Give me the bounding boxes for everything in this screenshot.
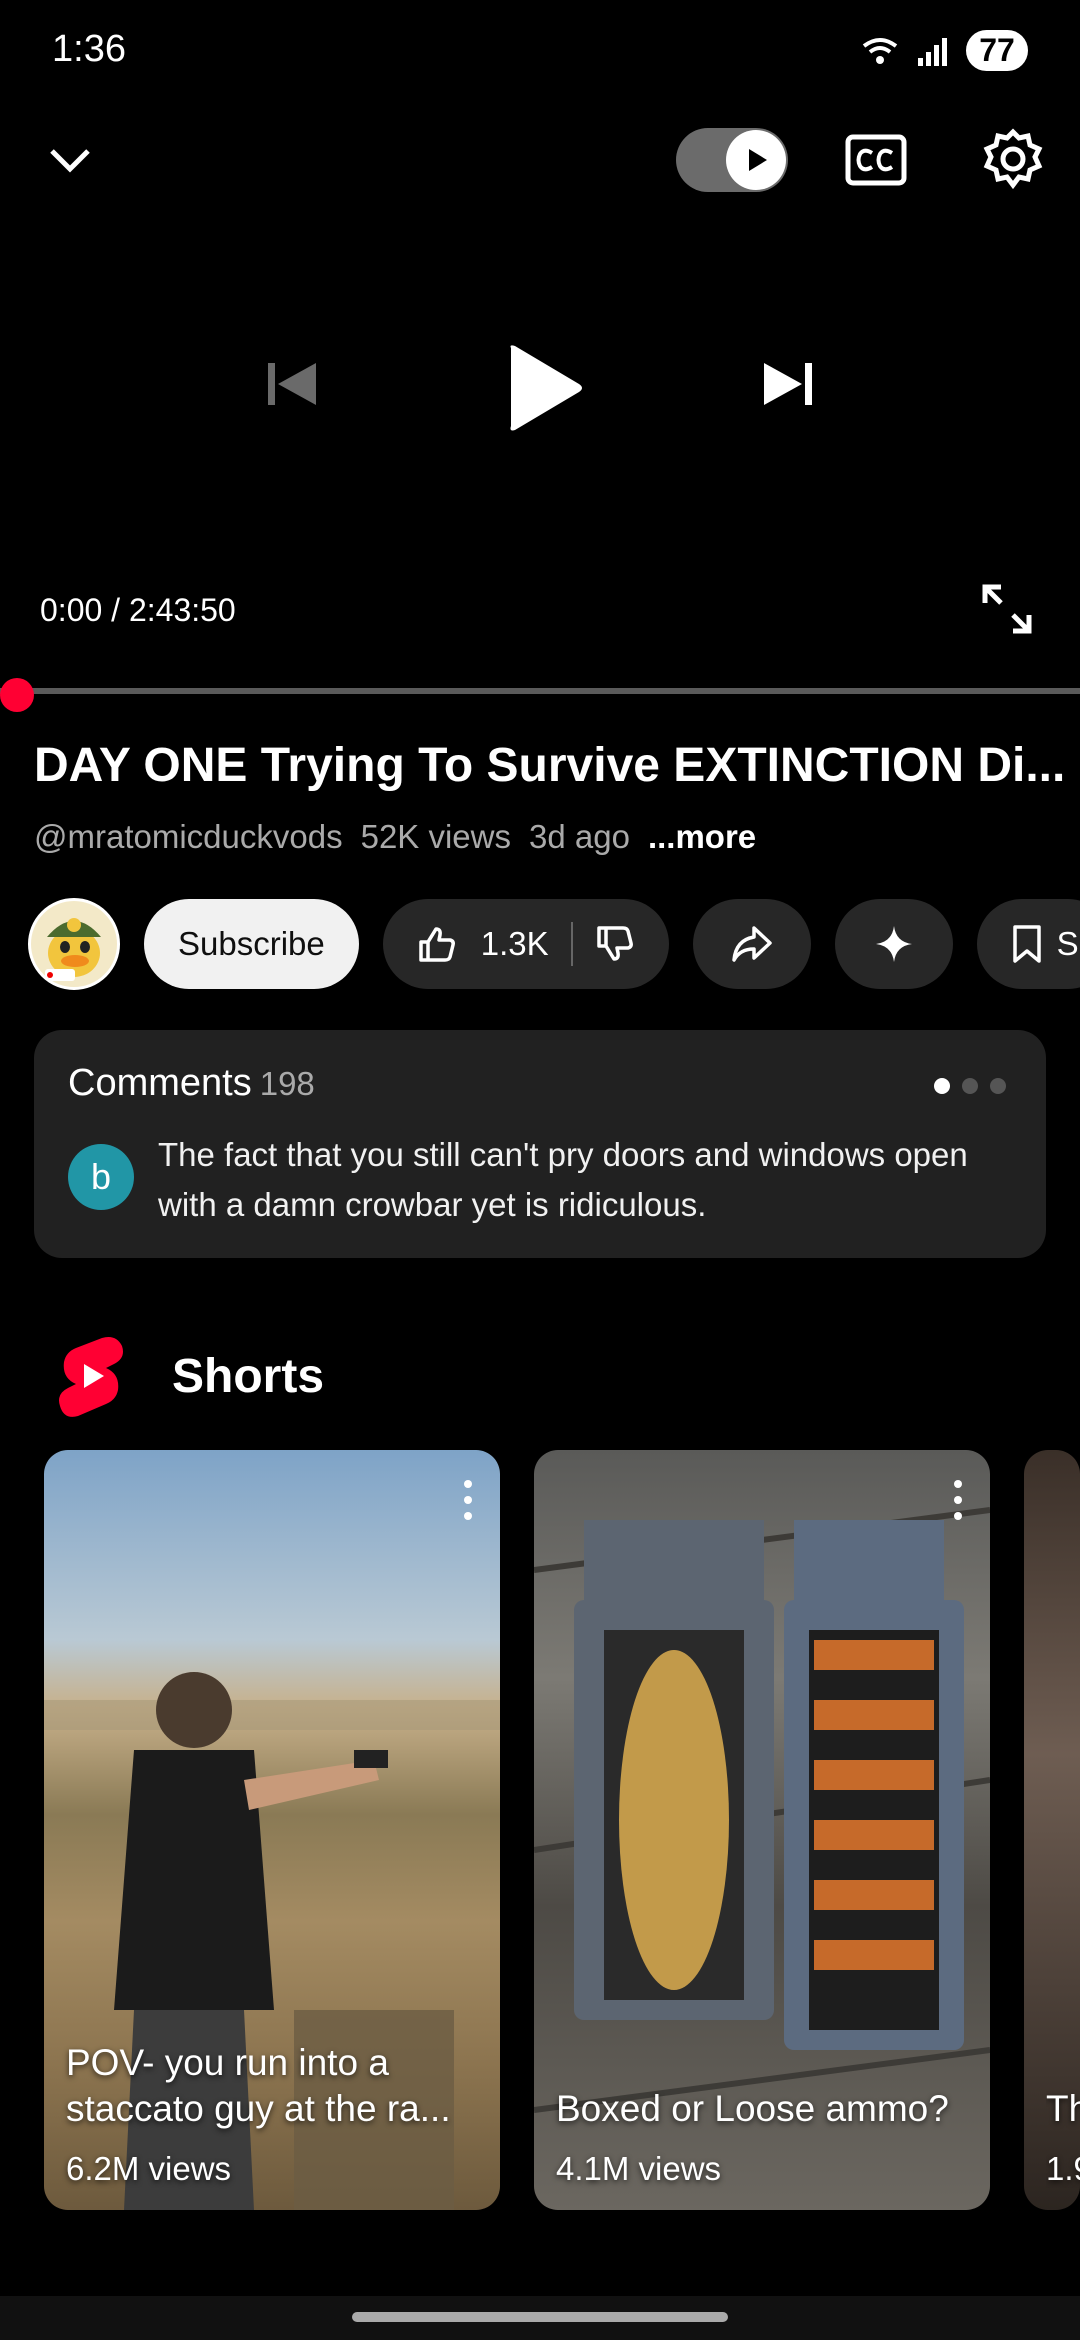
carousel-dot <box>962 1078 978 1094</box>
short-views: 4.1M views <box>556 2150 722 2187</box>
settings-button[interactable] <box>980 126 1046 192</box>
fullscreen-icon <box>982 584 1032 634</box>
gear-icon <box>983 128 1043 190</box>
short-card[interactable]: Boxed or Loose ammo? 4.1M views <box>534 1450 990 2210</box>
comments-label: Comments <box>68 1062 252 1104</box>
dislike-button[interactable] <box>595 924 635 964</box>
video-title[interactable]: DAY ONE Trying To Survive EXTINCTION Di.… <box>34 738 1074 793</box>
bookmark-icon <box>1012 925 1041 963</box>
short-card[interactable]: Th ch 1.9 <box>1024 1450 1080 2210</box>
ask-button[interactable] <box>834 899 953 989</box>
comment-text: The fact that you still can't pry doors … <box>158 1136 968 1223</box>
short-title: Boxed or Loose ammo? <box>556 2088 949 2129</box>
video-player[interactable]: 0:00 / 2:43:50 <box>0 100 1080 712</box>
captions-button[interactable] <box>842 128 910 192</box>
carousel-dot <box>990 1078 1006 1094</box>
like-count: 1.3K <box>480 925 549 962</box>
short-menu-button[interactable] <box>950 1480 966 1520</box>
thumbs-up-icon <box>419 927 455 962</box>
fullscreen-button[interactable] <box>976 578 1038 640</box>
time-display: 0:00 / 2:43:50 <box>40 592 236 628</box>
short-title: POV- you run into a staccato guy at the … <box>66 2042 451 2129</box>
comments-panel[interactable]: Comments 198 b The fact that you still ca… <box>34 1030 1046 1258</box>
short-views: 1.9 <box>1046 2150 1080 2187</box>
save-button[interactable]: S <box>976 899 1080 989</box>
battery-indicator: 77 <box>966 30 1028 71</box>
autoplay-knob <box>726 130 786 190</box>
short-card[interactable]: POV- you run into a staccato guy at the … <box>44 1450 500 2210</box>
subscribe-button[interactable]: Subscribe <box>144 899 359 989</box>
status-time: 1:36 <box>52 28 126 70</box>
video-meta[interactable]: @mratomicduckvods 52K views 3d ago ...mo… <box>34 818 756 856</box>
shorts-logo-icon <box>59 1337 123 1417</box>
chevron-down-icon <box>50 149 90 173</box>
carousel-dot <box>934 1078 950 1094</box>
like-separator <box>570 922 573 966</box>
like-dislike-group: 1.3K <box>382 899 669 989</box>
shorts-title: Shorts <box>172 1349 325 1403</box>
wifi-icon <box>862 37 898 64</box>
short-title: Th ch <box>1046 2088 1080 2129</box>
channel-handle: @mratomicduckvods <box>34 818 343 855</box>
autoplay-toggle[interactable] <box>676 128 788 192</box>
more-link[interactable]: ...more <box>648 818 756 856</box>
short-views: 6.2M views <box>66 2150 232 2187</box>
play-button[interactable] <box>498 338 588 438</box>
carousel-dots <box>934 1078 1006 1094</box>
save-label: S <box>1056 925 1079 962</box>
share-button[interactable] <box>692 899 811 989</box>
duck-avatar-icon <box>45 918 101 981</box>
action-row: Subscribe 1.3K S <box>28 898 1080 990</box>
upload-age: 3d ago <box>529 818 630 855</box>
status-bar: 1:36 77 <box>0 0 1080 100</box>
short-menu-button[interactable] <box>460 1480 476 1520</box>
previous-button[interactable] <box>262 354 322 414</box>
thumbs-down-icon <box>596 926 633 961</box>
play-icon <box>510 345 582 431</box>
commenter-avatar: b <box>68 1144 134 1210</box>
share-icon <box>731 926 772 962</box>
like-button[interactable]: 1.3K <box>417 924 549 964</box>
skip-next-icon <box>764 363 812 405</box>
signal-icon <box>918 37 947 66</box>
progress-scrubber[interactable] <box>0 678 34 712</box>
status-icons: 77 <box>860 30 1028 71</box>
progress-bar[interactable] <box>0 688 1080 694</box>
closed-captions-icon <box>845 134 907 186</box>
shorts-header: Shorts <box>56 1334 324 1418</box>
comments-count: 198 <box>259 1065 315 1102</box>
home-indicator[interactable] <box>352 2312 728 2322</box>
view-count: 52K views <box>360 818 511 855</box>
play-icon <box>749 149 767 171</box>
skip-previous-icon <box>268 363 316 405</box>
next-button[interactable] <box>758 354 818 414</box>
comments-header: Comments 198 <box>68 1062 315 1105</box>
sparkle-icon <box>875 926 912 962</box>
collapse-button[interactable] <box>40 130 100 190</box>
channel-avatar[interactable] <box>28 898 120 990</box>
